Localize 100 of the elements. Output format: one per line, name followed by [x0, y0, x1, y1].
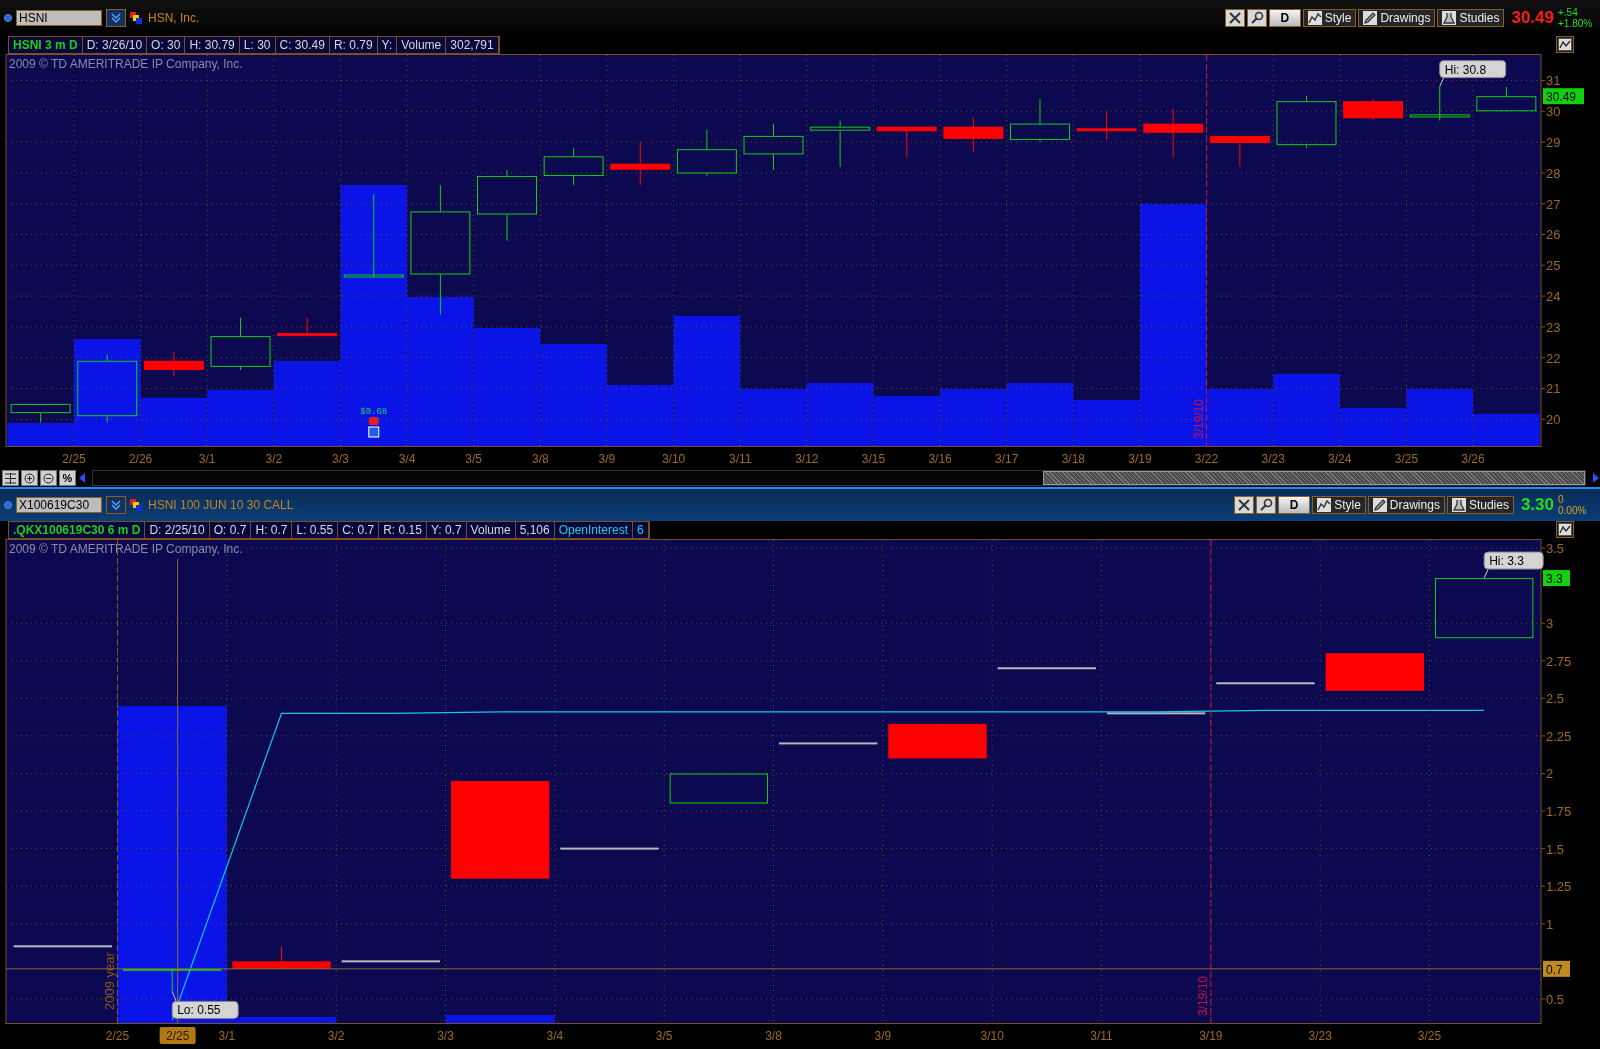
- info-field: H: 0.7: [251, 522, 293, 538]
- net-change: 0: [1558, 494, 1564, 505]
- grid-button[interactable]: [2, 470, 19, 486]
- style-button[interactable]: Style: [1302, 9, 1357, 27]
- candlestick: [1476, 86, 1537, 112]
- symbol-field[interactable]: HSNI: [16, 10, 102, 26]
- last-price-marker: 30.49: [1543, 88, 1584, 105]
- axis-label: 1.25: [1546, 879, 1572, 895]
- studies-button[interactable]: Studies: [1437, 9, 1505, 27]
- candlestick: [810, 120, 871, 167]
- axis-label: 3/2: [327, 1029, 345, 1043]
- net-change: +.54: [1558, 7, 1578, 18]
- studies-button[interactable]: Studies: [1446, 496, 1514, 514]
- info-field: L: 0.55: [292, 522, 339, 538]
- instrument-name: HSN, Inc.: [148, 11, 200, 25]
- axis-label: 1: [1546, 916, 1554, 932]
- axis-label: 3/25: [1394, 452, 1419, 466]
- axis-label: 3/8: [531, 452, 549, 466]
- axis-label: 27: [1546, 196, 1561, 212]
- info-field: O: 0.7: [209, 522, 252, 538]
- percent-change: +1.80%: [1558, 18, 1593, 29]
- axis-label: 3/19: [1199, 1029, 1223, 1043]
- axis-label: 3/9: [874, 1029, 892, 1043]
- candlestick: [876, 126, 937, 158]
- symbol-field[interactable]: X100619C30: [16, 497, 102, 513]
- candlestick: [943, 117, 1004, 152]
- squares-icon: [130, 12, 142, 24]
- period-button[interactable]: D: [1268, 9, 1301, 27]
- candlestick: [77, 354, 138, 423]
- line-chart-icon: [1317, 498, 1332, 512]
- axis-label: 3/24: [1328, 452, 1352, 466]
- candlestick: [277, 317, 338, 337]
- pencil-icon: [1372, 498, 1387, 512]
- tools-button[interactable]: [1224, 9, 1245, 27]
- candlestick: [10, 403, 71, 423]
- axis-label: 3/4: [546, 1029, 564, 1043]
- info-field: Volume: [466, 522, 516, 538]
- volume-bar: [1006, 383, 1074, 446]
- axis-label: 3: [1546, 616, 1554, 632]
- line-chart-icon: [1558, 38, 1572, 51]
- axis-label: 3/10: [661, 452, 686, 466]
- candlestick: [477, 169, 537, 241]
- last-price-marker: 3.3: [1543, 570, 1570, 587]
- candlestick: [743, 123, 804, 170]
- candlestick: [610, 142, 671, 186]
- axis-label: 22: [1546, 350, 1561, 366]
- axis-label: 2.75: [1546, 653, 1572, 669]
- chart-settings-button[interactable]: [1556, 36, 1574, 53]
- info-field: D: 3/26/10: [82, 37, 148, 53]
- axis-label: 3/17: [995, 452, 1019, 466]
- zoom-in-icon: [24, 472, 35, 484]
- info-field: D: 2/25/10: [145, 522, 210, 538]
- percent-button[interactable]: %: [59, 470, 76, 486]
- axis-label: 3/3: [437, 1029, 454, 1043]
- axis-label: 2: [1546, 766, 1554, 782]
- dropdown-button[interactable]: [106, 496, 126, 514]
- period-button[interactable]: D: [1278, 496, 1311, 514]
- info-field: Y:: [377, 37, 398, 53]
- axis-label: 3/11: [728, 452, 752, 466]
- info-field: 6: [633, 522, 649, 538]
- axis-label: 20: [1546, 412, 1561, 428]
- chart-settings-button[interactable]: [1556, 521, 1574, 538]
- axis-label: 3/2: [265, 452, 283, 466]
- axis-label: 2.5: [1546, 691, 1565, 707]
- line-chart-icon: [1307, 11, 1322, 25]
- zoom-in-button[interactable]: [21, 470, 38, 486]
- axis-label: 3/12: [795, 452, 819, 466]
- axis-label: 3/9: [598, 452, 616, 466]
- scrollbar-thumb[interactable]: [1043, 471, 1585, 485]
- status-dot-icon: [4, 501, 12, 509]
- candlestick: [1409, 86, 1470, 121]
- style-button[interactable]: Style: [1312, 496, 1366, 514]
- info-field: OpenInterest: [554, 522, 634, 538]
- drawings-button[interactable]: Drawings: [1358, 9, 1436, 27]
- squares-icon: [130, 499, 142, 511]
- event-date-label: 3/19/10: [1191, 398, 1206, 439]
- status-dot-icon: [4, 14, 12, 22]
- scrollbar-track[interactable]: [92, 470, 1586, 486]
- info-field: C: 30.49: [275, 37, 330, 53]
- axis-label: 30: [1546, 104, 1561, 120]
- dividend-icon[interactable]: [368, 417, 380, 438]
- copyright-text: 2009 © TD AMERITRADE IP Company, Inc.: [9, 57, 243, 71]
- axis-label: 1.5: [1546, 841, 1565, 857]
- drawings-button[interactable]: Drawings: [1367, 496, 1445, 514]
- axis-label: 23: [1546, 319, 1561, 335]
- axis-label: 21: [1546, 381, 1561, 397]
- axis-label: 3/19: [1128, 452, 1152, 466]
- axis-label: 3/11: [1090, 1029, 1113, 1043]
- info-field: O: 30: [147, 37, 186, 53]
- axis-label: 2/25: [62, 452, 86, 466]
- dividend-label: $0.68: [360, 407, 388, 417]
- dropdown-button[interactable]: [106, 9, 126, 27]
- zoom-out-button[interactable]: [40, 470, 57, 486]
- axis-label: 3/22: [1194, 452, 1219, 466]
- grid-icon: [5, 472, 16, 484]
- pencil-icon: [1363, 11, 1378, 25]
- tools-button[interactable]: [1234, 496, 1255, 514]
- axis-label: 3/4: [398, 452, 416, 466]
- axis-label: 28: [1546, 165, 1561, 181]
- axis-label: 3/5: [655, 1029, 673, 1043]
